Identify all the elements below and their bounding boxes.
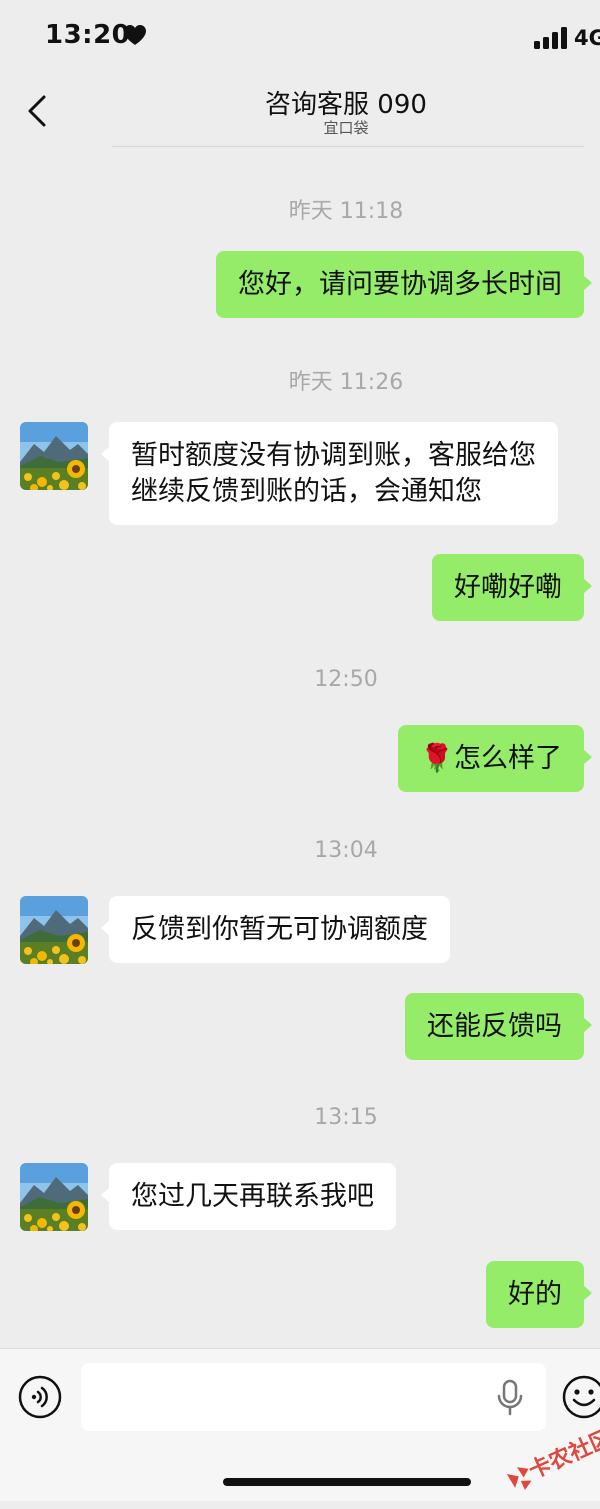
received-message-bubble[interactable]: 暂时额度没有协调到账，客服给您 继续反馈到账的话，会通知您	[101, 422, 558, 525]
message-timestamp: 昨天 11:18	[288, 199, 404, 224]
status-time: 13:20	[45, 20, 131, 50]
chat-subtitle: 宜口袋	[323, 119, 369, 137]
message-text-line: 暂时额度没有协调到账，客服给您	[131, 440, 536, 471]
message-input[interactable]	[81, 1363, 546, 1431]
chat-title: 咨询客服 090	[265, 90, 427, 120]
message-timestamp: 昨天 11:26	[288, 370, 404, 395]
mic-icon[interactable]	[496, 1379, 524, 1417]
watermark-text: 卡农社区	[525, 1425, 600, 1485]
agent-avatar[interactable]	[20, 896, 88, 964]
agent-avatar[interactable]	[20, 422, 88, 490]
received-message-bubble[interactable]: 反馈到你暂无可协调额度	[101, 896, 450, 963]
message-text: 好嘞好嘞	[454, 572, 562, 603]
message-timestamp: 13:15	[314, 1105, 378, 1130]
message-text: 怎么样了	[454, 743, 562, 774]
voice-icon[interactable]	[18, 1375, 62, 1419]
message-timestamp: 12:50	[314, 667, 378, 692]
signal-icon	[534, 27, 567, 49]
sent-message-bubble[interactable]: 🌹怎么样了	[398, 725, 592, 792]
sent-message-bubble[interactable]: 还能反馈吗	[405, 993, 592, 1060]
message-text-line: 继续反馈到账的话，会通知您	[131, 476, 482, 507]
rose-emoji: 🌹	[420, 743, 454, 774]
message-text: 您好，请问要协调多长时间	[238, 269, 562, 300]
sent-message-bubble[interactable]: 您好，请问要协调多长时间	[216, 251, 592, 318]
heart-icon	[124, 25, 146, 45]
message-timestamp: 13:04	[314, 838, 378, 863]
status-bar: 13:20 4G	[0, 0, 600, 80]
network-label: 4G	[574, 26, 600, 50]
nav-divider	[112, 146, 584, 147]
sent-message-bubble[interactable]: 好的	[486, 1261, 592, 1328]
received-message-bubble[interactable]: 您过几天再联系我吧	[101, 1163, 396, 1230]
message-text: 好的	[508, 1279, 562, 1310]
message-text: 还能反馈吗	[427, 1011, 562, 1042]
home-indicator	[223, 1478, 471, 1486]
agent-avatar[interactable]	[20, 1163, 88, 1231]
message-text: 您过几天再联系我吧	[131, 1181, 374, 1212]
message-text: 反馈到你暂无可协调额度	[131, 914, 428, 945]
sent-message-bubble[interactable]: 好嘞好嘞	[432, 554, 592, 621]
nav-bar: 咨询客服 090 宜口袋	[0, 80, 600, 148]
